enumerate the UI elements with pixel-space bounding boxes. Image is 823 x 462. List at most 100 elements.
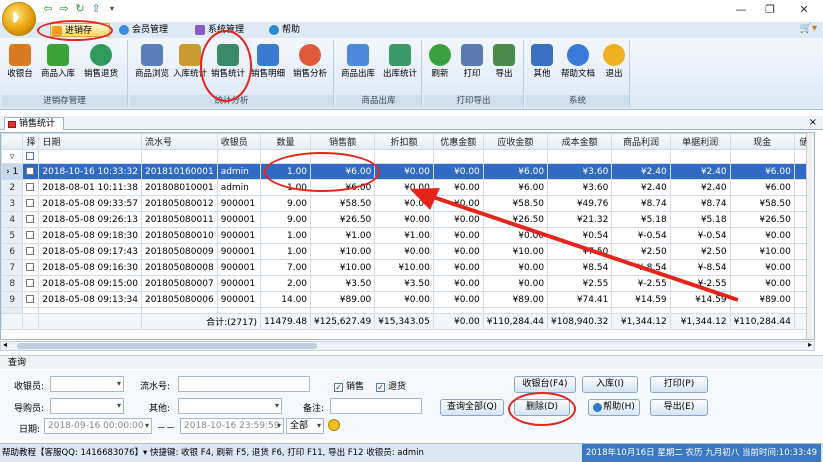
ribbon-stock-out-button[interactable]: 商品出库 bbox=[338, 44, 378, 92]
return-checkbox[interactable]: ✓ 退货 bbox=[376, 379, 406, 392]
filter-cell[interactable] bbox=[374, 149, 434, 164]
row-checkbox-cell[interactable] bbox=[22, 211, 40, 228]
scroll-right-icon[interactable]: ▸ bbox=[808, 340, 812, 349]
filter-cell[interactable] bbox=[38, 149, 142, 164]
col-cost[interactable]: 成本金额 bbox=[547, 133, 613, 150]
filter-cell[interactable] bbox=[729, 149, 795, 164]
guide-select[interactable]: ▾ bbox=[50, 398, 124, 414]
forward-icon[interactable]: ⇨ bbox=[58, 3, 70, 15]
row-number[interactable]: 3 bbox=[1, 195, 24, 212]
col-serial[interactable]: 流水号 bbox=[140, 133, 218, 150]
ribbon-other-button[interactable]: 其他 bbox=[528, 44, 556, 92]
export-button[interactable]: 导出(E) bbox=[650, 399, 708, 416]
up-icon[interactable]: ⇧ bbox=[90, 3, 102, 15]
back-icon[interactable]: ⇦ bbox=[42, 3, 54, 15]
ribbon-print-button[interactable]: 打印 bbox=[458, 44, 486, 92]
help-button[interactable]: 帮助(H) bbox=[588, 399, 640, 416]
ribbon-export-button[interactable]: 导出 bbox=[490, 44, 518, 92]
filter-select-cell[interactable] bbox=[22, 149, 40, 164]
filter-cell[interactable] bbox=[611, 149, 671, 164]
col-promo[interactable]: 优惠金额 bbox=[432, 133, 484, 150]
row-number[interactable]: 6 bbox=[1, 243, 24, 260]
query-all-button[interactable]: 查询全部(Q) bbox=[440, 399, 504, 416]
table-row[interactable]: 2 2018-08-01 10:11:38 201808010001 admin 1.0… bbox=[1, 179, 814, 196]
ribbon-cashier-button[interactable]: 收银台 bbox=[4, 44, 36, 92]
row-number[interactable]: › 1 bbox=[1, 163, 24, 180]
col-product-profit[interactable]: 商品利润 bbox=[611, 133, 671, 150]
close-tab-icon[interactable]: × bbox=[809, 117, 817, 128]
print-button[interactable]: 打印(P) bbox=[650, 376, 708, 393]
table-row[interactable]: › 1 2018-10-16 10:33:32 201810160001 admin 1… bbox=[1, 163, 814, 180]
tab-sales-stats[interactable]: 销售统计 bbox=[4, 117, 65, 130]
filter-cell[interactable] bbox=[216, 149, 262, 164]
table-row[interactable]: 4 2018-05-08 09:26:13 201805080011 900001 9.… bbox=[1, 211, 814, 228]
vertical-scrollbar[interactable] bbox=[806, 133, 814, 339]
row-number[interactable]: 2 bbox=[1, 179, 24, 196]
horizontal-scrollbar[interactable]: ◂ ▸ bbox=[0, 340, 815, 351]
col-cash[interactable]: 现金 bbox=[729, 133, 795, 150]
row-checkbox-cell[interactable] bbox=[22, 163, 40, 180]
filter-row[interactable]: ▿ bbox=[1, 149, 814, 164]
filter-cell[interactable] bbox=[669, 149, 731, 164]
table-row[interactable]: 5 2018-05-08 09:18:30 201805080010 900001 1.… bbox=[1, 227, 814, 244]
serial-input[interactable] bbox=[178, 376, 310, 392]
cashier-f4-button[interactable]: 收银台(F4) bbox=[514, 376, 576, 393]
ribbon-refresh-button[interactable]: 刷新 bbox=[426, 44, 454, 92]
table-row[interactable]: 6 2018-05-08 09:17:43 201805080009 900001 1.… bbox=[1, 243, 814, 260]
other-select[interactable]: ▾ bbox=[178, 398, 282, 414]
filter-cell[interactable] bbox=[432, 149, 484, 164]
app-menu-orb[interactable]: ◗ bbox=[2, 2, 36, 36]
row-number[interactable]: 4 bbox=[1, 211, 24, 228]
ribbon-help-doc-button[interactable]: 帮助文档 bbox=[558, 44, 598, 92]
sales-grid[interactable]: 择 日期 流水号 收银员 数量 销售额 折扣额 优惠金额 应收金额 成本金额 商… bbox=[0, 132, 815, 340]
scroll-left-icon[interactable]: ◂ bbox=[3, 340, 7, 349]
date-to-input[interactable]: 2018-10-16 23:59:59 ▾ bbox=[180, 418, 284, 434]
row-number[interactable]: 9 bbox=[1, 291, 24, 308]
row-number[interactable]: 5 bbox=[1, 227, 24, 244]
sales-checkbox[interactable]: ✓ 销售 bbox=[334, 379, 364, 392]
table-row[interactable]: 7 2018-05-08 09:16:30 201805080008 900001 7.… bbox=[1, 259, 814, 276]
filter-cell[interactable] bbox=[547, 149, 613, 164]
table-row[interactable]: 8 2018-05-08 09:15:00 201805080007 900001 2.… bbox=[1, 275, 814, 292]
row-checkbox-cell[interactable] bbox=[22, 179, 40, 196]
ribbon-options-icon[interactable]: 🛒▾ bbox=[800, 23, 817, 34]
col-discount[interactable]: 折扣额 bbox=[374, 133, 434, 150]
col-receivable[interactable]: 应收金额 bbox=[482, 133, 549, 150]
col-date[interactable]: 日期 bbox=[38, 133, 142, 150]
menu-help[interactable]: 帮助 bbox=[268, 23, 308, 37]
ribbon-sales-analysis-button[interactable]: 销售分析 bbox=[290, 44, 330, 92]
ribbon-exit-button[interactable]: 退出 bbox=[600, 44, 628, 92]
instock-button[interactable]: 入库(I) bbox=[582, 376, 638, 393]
row-checkbox-cell[interactable] bbox=[22, 243, 40, 260]
calendar-icon[interactable] bbox=[328, 419, 340, 431]
ribbon-stock-in-button[interactable]: 商品入库 bbox=[38, 44, 78, 92]
filter-cell[interactable] bbox=[140, 149, 218, 164]
ribbon-sales-detail-button[interactable]: 销售明细 bbox=[248, 44, 288, 92]
ribbon-product-browse-button[interactable]: 商品浏览 bbox=[134, 44, 170, 92]
col-bill-profit[interactable]: 单据利润 bbox=[669, 133, 731, 150]
maximize-button[interactable]: ❐ bbox=[752, 0, 788, 20]
scrollbar-thumb[interactable] bbox=[17, 343, 317, 349]
row-checkbox-cell[interactable] bbox=[22, 291, 40, 308]
date-scope-select[interactable]: 全部 ▾ bbox=[286, 418, 324, 434]
row-checkbox-cell[interactable] bbox=[22, 259, 40, 276]
row-checkbox-cell[interactable] bbox=[22, 275, 40, 292]
date-from-input[interactable]: 2018-09-16 00:00:00 ▾ bbox=[44, 418, 152, 434]
note-input[interactable] bbox=[330, 398, 422, 414]
quick-access-dropdown-icon[interactable]: ▾ bbox=[106, 3, 118, 15]
table-row[interactable]: 3 2018-05-08 09:33:57 201805080012 900001 9.… bbox=[1, 195, 814, 212]
row-checkbox-cell[interactable] bbox=[22, 195, 40, 212]
col-sales[interactable]: 销售额 bbox=[310, 133, 376, 150]
filter-cell[interactable] bbox=[482, 149, 549, 164]
col-qty[interactable]: 数量 bbox=[260, 133, 312, 150]
refresh-icon[interactable]: ↻ bbox=[74, 3, 86, 15]
table-row[interactable]: 9 2018-05-08 09:13:34 201805080006 900001 14… bbox=[1, 291, 814, 308]
ribbon-outbound-stats-button[interactable]: 出库统计 bbox=[380, 44, 420, 92]
col-select[interactable]: 择 bbox=[22, 133, 40, 150]
close-button[interactable]: ✕ bbox=[786, 0, 822, 20]
row-number[interactable]: 8 bbox=[1, 275, 24, 292]
cashier-select[interactable]: ▾ bbox=[50, 376, 124, 392]
row-number[interactable]: 7 bbox=[1, 259, 24, 276]
menu-member[interactable]: 会员管理 bbox=[118, 23, 190, 37]
ribbon-sales-return-button[interactable]: 销售退货 bbox=[80, 44, 122, 92]
